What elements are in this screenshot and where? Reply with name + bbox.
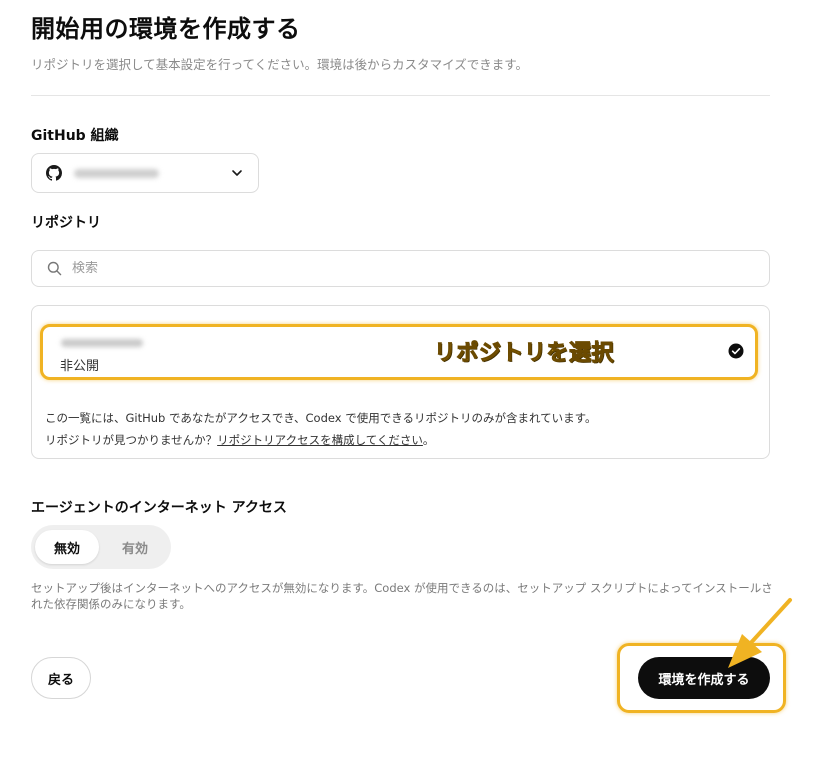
repo-note-prefix: リポジトリが見つかりませんか？ bbox=[45, 433, 218, 447]
org-select[interactable] bbox=[31, 153, 259, 193]
toggle-option-disabled[interactable]: 無効 bbox=[35, 530, 99, 564]
check-circle-icon bbox=[728, 343, 744, 359]
search-input[interactable] bbox=[72, 261, 722, 276]
repo-list-item[interactable]: 非公開 リポジトリを選択 bbox=[40, 324, 758, 380]
configure-repo-access-link[interactable]: リポジトリアクセスを構成してください bbox=[217, 433, 423, 447]
callout-arrow-icon bbox=[728, 598, 792, 668]
back-button[interactable]: 戻る bbox=[31, 657, 91, 699]
repo-note: この一覧には、GitHub であなたがアクセスでき、Codex で使用できるリポ… bbox=[45, 411, 597, 425]
github-icon bbox=[46, 165, 62, 181]
repo-note-help: リポジトリが見つかりませんか？リポジトリアクセスを構成してください。 bbox=[45, 432, 434, 448]
internet-access-help: セットアップ後はインターネットへのアクセスが無効になります。Codex が使用で… bbox=[31, 581, 773, 611]
repo-label: リポジトリ bbox=[31, 215, 101, 231]
page-subtitle: リポジトリを選択して基本設定を行ってください。環境は後からカスタマイズできます。 bbox=[31, 57, 529, 72]
repo-visibility: 非公開 bbox=[60, 359, 100, 374]
header-divider bbox=[31, 95, 770, 96]
chevron-down-icon bbox=[232, 170, 242, 176]
toggle-option-enabled[interactable]: 有効 bbox=[103, 530, 167, 564]
select-repo-callout: リポジトリを選択 bbox=[433, 341, 615, 367]
internet-access-toggle: 無効 有効 bbox=[31, 525, 171, 569]
repo-list: 非公開 リポジトリを選択 この一覧には、GitHub であなたがアクセスでき、C… bbox=[31, 305, 770, 459]
repo-name-redacted bbox=[61, 339, 143, 347]
org-label: GitHub 組織 bbox=[31, 128, 119, 144]
repo-note-suffix: 。 bbox=[422, 433, 435, 447]
org-name-redacted bbox=[74, 168, 159, 178]
page-title: 開始用の環境を作成する bbox=[31, 15, 301, 43]
internet-access-label: エージェントのインターネット アクセス bbox=[31, 500, 287, 516]
repo-search bbox=[31, 250, 770, 287]
search-icon bbox=[47, 261, 62, 276]
